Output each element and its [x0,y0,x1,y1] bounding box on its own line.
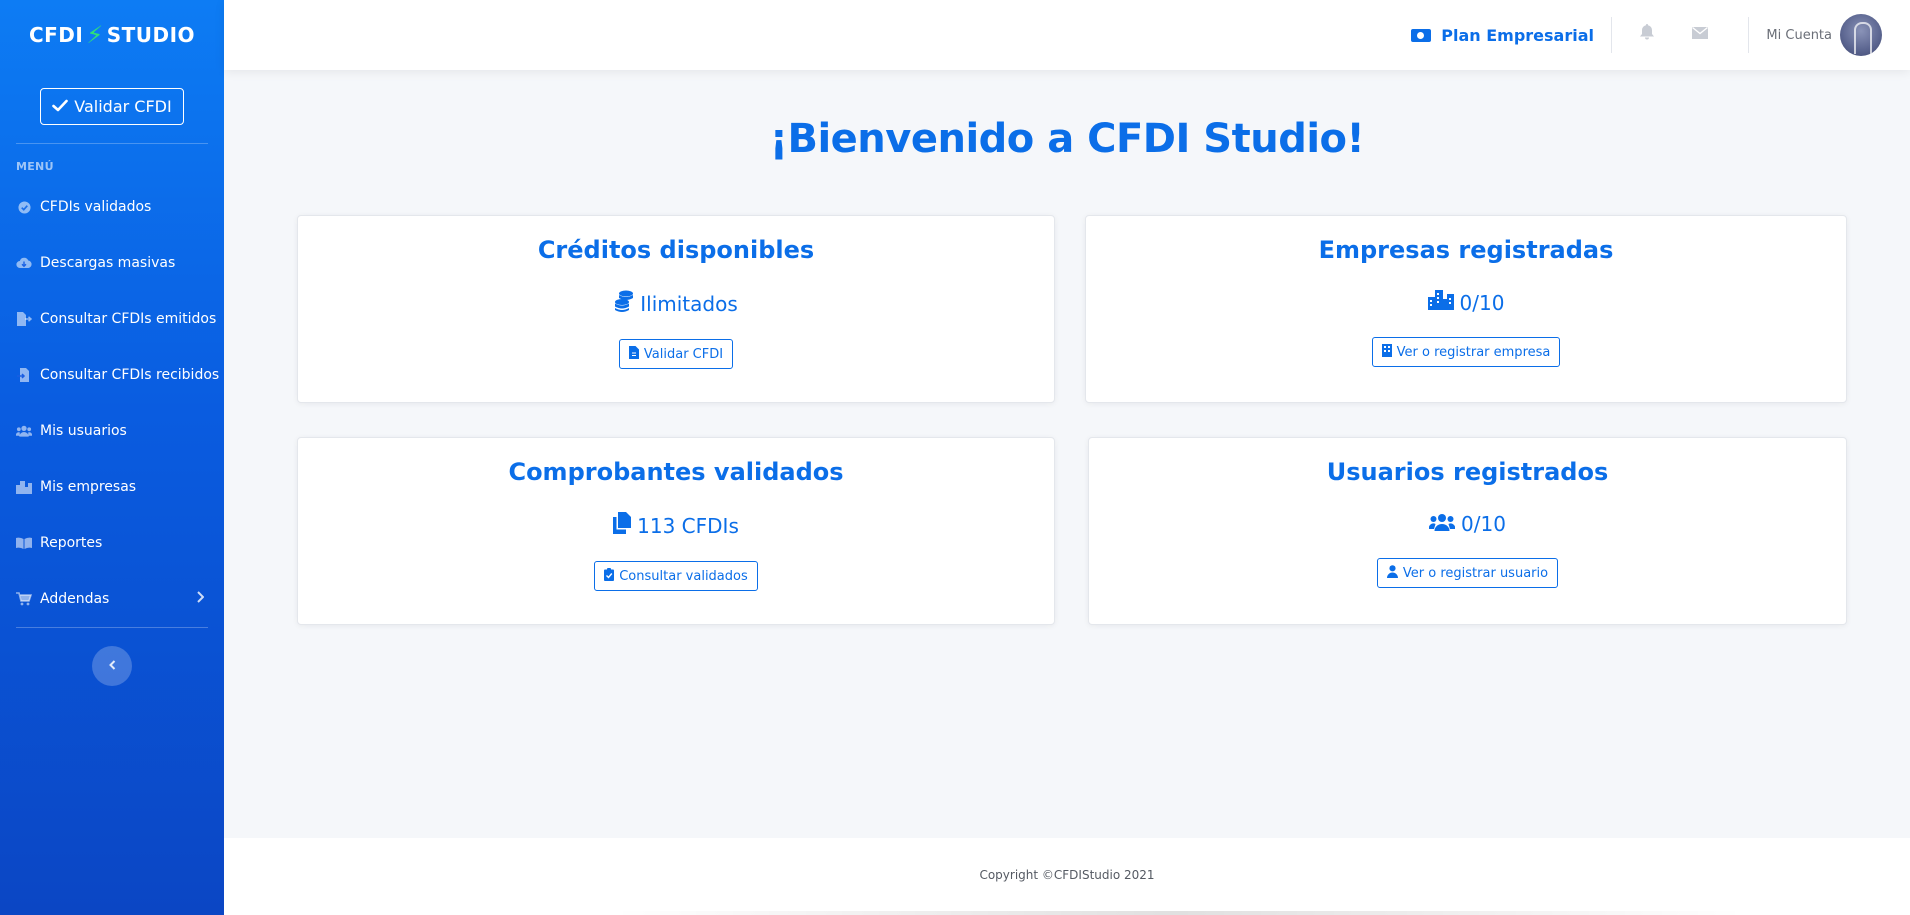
sidebar-item-label: Consultar CFDIs recibidos [40,367,220,383]
city-icon [16,480,32,494]
envelope-icon[interactable] [1692,24,1708,43]
validar-cfdi-card-button[interactable]: Validar CFDI [618,339,734,369]
money-bill-icon [1411,28,1432,42]
file-icon [628,345,639,363]
footer: Copyright ©CFDIStudio 2021 [224,838,1910,915]
sidebar-item-consultar-emitidos[interactable]: Consultar CFDIs emitidos [0,291,224,347]
users-icon [16,424,32,438]
consultar-validados-button[interactable]: Consultar validados [594,561,758,591]
coins-icon [614,290,634,317]
sidebar-divider [16,627,208,628]
copy-icon [613,512,632,539]
sidebar-divider [16,143,208,144]
account-menu[interactable]: Mi Cuenta [1766,14,1882,56]
ver-registrar-usuario-button[interactable]: Ver o registrar usuario [1376,558,1559,588]
card-title: Usuarios registrados [1326,458,1609,486]
check-icon [52,97,69,116]
card-creditos-disponibles: Créditos disponibles Ilimitados Validar … [297,215,1055,403]
topbar: Plan Empresarial Mi Cuenta [224,0,1910,70]
card-usuarios-registrados: Usuarios registrados 0/10 Ver o registra… [1088,437,1847,625]
copyright-text: Copyright ©CFDIStudio 2021 [979,868,1155,882]
book-open-icon [16,536,32,550]
sidebar-nav: CFDIs validados Descargas masivas Consul… [0,179,224,627]
card-value: 113 CFDIs [298,512,1054,539]
card-title: Empresas registradas [1318,236,1614,264]
card-button-label: Consultar validados [619,568,748,584]
building-icon [1381,343,1392,361]
card-value-text: 113 CFDIs [637,513,739,538]
sidebar-item-mis-usuarios[interactable]: Mis usuarios [0,403,224,459]
file-export-icon [16,312,32,326]
bell-icon[interactable] [1640,23,1654,44]
card-value: 0/10 [1086,290,1846,315]
cart-icon [16,592,32,606]
sidebar: CFDI ⚡ STUDIO Validar CFDI MENÚ CFDIs va… [0,0,224,915]
plan-empresarial-link[interactable]: Plan Empresarial [1411,0,1594,70]
card-button-label: Validar CFDI [643,346,724,362]
chevron-right-icon [196,591,205,607]
sidebar-item-label: Consultar CFDIs emitidos [40,311,217,327]
card-empresas-registradas: Empresas registradas 0/10 Ver o registra… [1085,215,1847,403]
validar-cfdi-label: Validar CFDI [74,97,172,116]
validar-cfdi-button[interactable]: Validar CFDI [40,88,184,125]
users-icon [1428,512,1456,536]
card-value: 0/10 [1089,512,1846,536]
card-button-label: Ver o registrar usuario [1402,565,1549,581]
bolt-icon: ⚡ [86,21,104,49]
card-title: Créditos disponibles [537,236,815,264]
sidebar-item-reportes[interactable]: Reportes [0,515,224,571]
ver-registrar-empresa-button[interactable]: Ver o registrar empresa [1371,337,1561,367]
sidebar-item-label: Mis usuarios [40,423,127,439]
avatar [1840,14,1882,56]
page-title: ¡Bienvenido a CFDI Studio! [769,116,1365,162]
card-value-text: 0/10 [1461,512,1506,536]
sidebar-item-consultar-recibidos[interactable]: Consultar CFDIs recibidos [0,347,224,403]
chevron-left-icon [108,658,116,674]
user-icon [1386,564,1398,582]
sidebar-item-cfdis-validados[interactable]: CFDIs validados [0,179,224,235]
check-circle-icon [16,200,32,214]
card-value-text: 0/10 [1459,290,1505,315]
account-label: Mi Cuenta [1766,27,1832,43]
brand-logo-text-studio: STUDIO [106,23,196,47]
sidebar-item-label: Reportes [40,535,103,551]
sidebar-item-label: Addendas [40,591,110,607]
brand-logo-text-cfdi: CFDI [28,23,84,47]
card-value-text: Ilimitados [640,291,738,316]
topbar-divider [1748,17,1749,53]
card-value: Ilimitados [298,290,1054,317]
brand-logo[interactable]: CFDI ⚡ STUDIO [0,0,224,70]
cloud-download-icon [16,256,32,270]
sidebar-item-mis-empresas[interactable]: Mis empresas [0,459,224,515]
topbar-divider [1611,17,1612,53]
sidebar-item-label: Descargas masivas [40,255,176,271]
sidebar-item-descargas-masivas[interactable]: Descargas masivas [0,235,224,291]
card-comprobantes-validados: Comprobantes validados 113 CFDIs Consult… [297,437,1055,625]
card-button-label: Ver o registrar empresa [1396,344,1551,360]
footer-shadow [614,911,1744,915]
sidebar-item-label: CFDIs validados [40,199,152,215]
menu-heading: MENÚ [16,160,54,173]
plan-label: Plan Empresarial [1441,25,1594,45]
sidebar-item-addendas[interactable]: Addendas [0,571,224,627]
file-import-icon [16,368,32,382]
card-title: Comprobantes validados [508,458,844,486]
sidebar-item-label: Mis empresas [40,479,137,495]
city-icon [1427,290,1454,315]
clipboard-check-icon [604,567,615,585]
sidebar-collapse-button[interactable] [92,646,132,686]
